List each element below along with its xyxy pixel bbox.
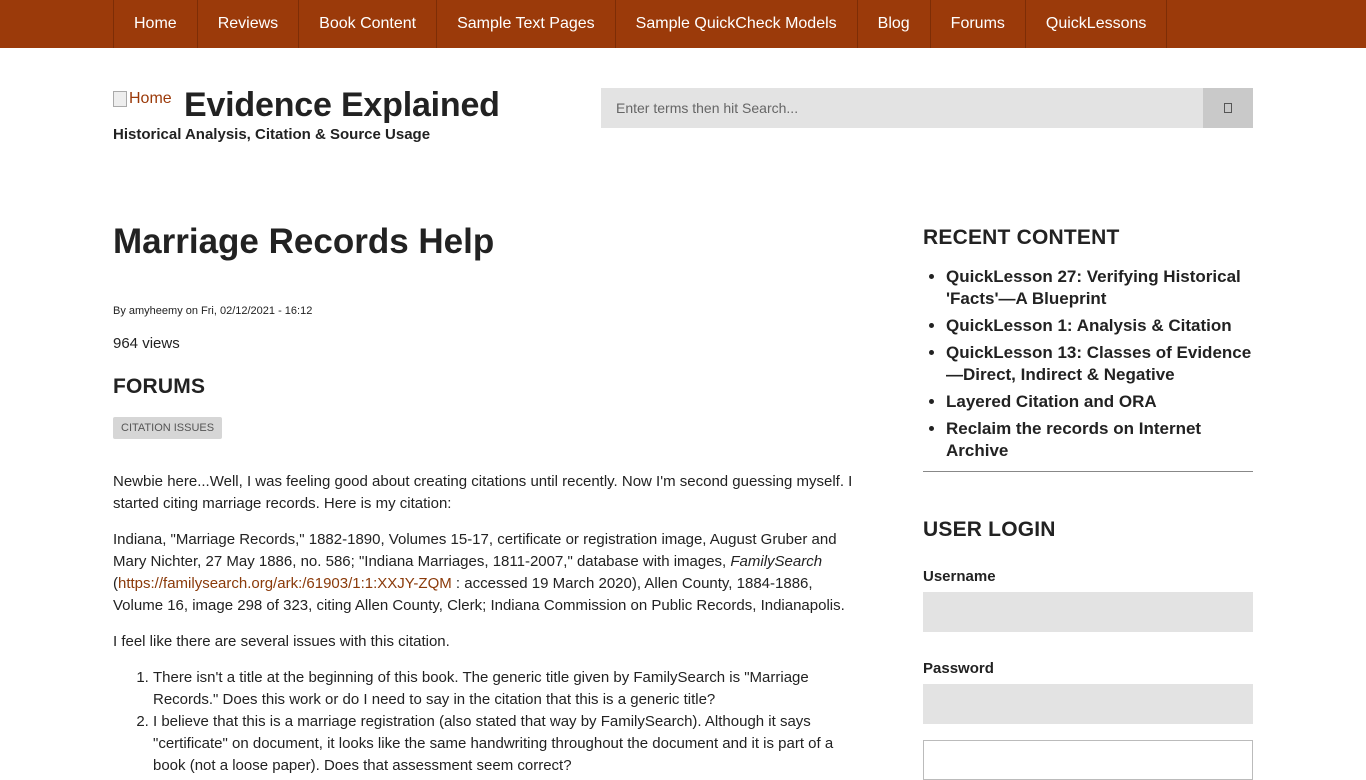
login-button[interactable] [923, 740, 1253, 780]
user-login-heading: USER LOGIN [923, 518, 1056, 541]
nav-item-quicklessons[interactable]: QuickLessons [1026, 0, 1168, 48]
recent-content-block: RECENT CONTENT QuickLesson 27: Verifying… [923, 226, 1253, 472]
recent-content-item[interactable]: QuickLesson 13: Classes of Evidence—Dire… [946, 342, 1253, 386]
search-input[interactable] [601, 88, 1203, 128]
broken-image-icon [113, 91, 127, 107]
username-field[interactable] [923, 592, 1253, 632]
list-item: I believe that this is a marriage regist… [153, 711, 858, 777]
recent-content-item[interactable]: QuickLesson 27: Verifying Historical 'Fa… [946, 266, 1253, 310]
main-navigation: Home Reviews Book Content Sample Text Pa… [0, 0, 1366, 48]
search-form [601, 88, 1253, 128]
list-item: There isn't a title at the beginning of … [153, 667, 858, 711]
nav-item-forums[interactable]: Forums [931, 0, 1026, 48]
recent-content-list: QuickLesson 27: Verifying Historical 'Fa… [923, 266, 1253, 462]
forums-heading: FORUMS [113, 375, 206, 398]
nav-item-home[interactable]: Home [114, 0, 198, 48]
post-body: Newbie here...Well, I was feeling good a… [113, 471, 858, 777]
nav-item-reviews[interactable]: Reviews [198, 0, 300, 48]
username-label: Username [923, 568, 996, 585]
divider [923, 471, 1253, 472]
submitted-info: By amyheemy on Fri, 02/12/2021 - 16:12 [113, 305, 313, 317]
nav-item-sample-text-pages[interactable]: Sample Text Pages [437, 0, 616, 48]
recent-content-item[interactable]: Reclaim the records on Internet Archive [946, 418, 1253, 462]
user-login-block: USER LOGIN Username Password [923, 518, 1253, 780]
search-button[interactable] [1203, 88, 1253, 128]
search-icon [1224, 103, 1232, 113]
citation-emphasis: FamilySearch [730, 553, 823, 570]
recent-content-heading: RECENT CONTENT [923, 226, 1120, 249]
familysearch-link[interactable]: https://familysearch.org/ark:/61903/1:1:… [118, 575, 452, 592]
forum-tag-citation-issues[interactable]: CITATION ISSUES [113, 417, 223, 439]
view-count: 964 views [113, 335, 180, 352]
issues-list: There isn't a title at the beginning of … [113, 667, 858, 777]
site-slogan: Historical Analysis, Citation & Source U… [113, 126, 431, 143]
recent-content-item[interactable]: QuickLesson 1: Analysis & Citation [946, 315, 1253, 337]
nav-menu: Home Reviews Book Content Sample Text Pa… [113, 0, 1168, 48]
post-citation-paragraph: Indiana, "Marriage Records," 1882-1890, … [113, 529, 858, 617]
nav-item-sample-quickcheck-models[interactable]: Sample QuickCheck Models [616, 0, 858, 48]
citation-text: Indiana, "Marriage Records," 1882-1890, … [113, 531, 837, 570]
logo-alt-text: Home [129, 90, 172, 107]
page-title: Marriage Records Help [113, 222, 495, 261]
nav-item-blog[interactable]: Blog [858, 0, 931, 48]
recent-content-item[interactable]: Layered Citation and ORA [946, 391, 1253, 413]
site-logo-link[interactable]: Home [113, 90, 172, 108]
password-field[interactable] [923, 684, 1253, 724]
sidebar: RECENT CONTENT QuickLesson 27: Verifying… [923, 226, 1253, 780]
site-name[interactable]: Evidence Explained [184, 86, 500, 125]
main-content: Marriage Records Help By amyheemy on Fri… [113, 218, 858, 777]
post-paragraph: Newbie here...Well, I was feeling good a… [113, 473, 853, 512]
password-label: Password [923, 660, 994, 677]
nav-item-book-content[interactable]: Book Content [299, 0, 438, 48]
post-paragraph: I feel like there are several issues wit… [113, 633, 450, 650]
